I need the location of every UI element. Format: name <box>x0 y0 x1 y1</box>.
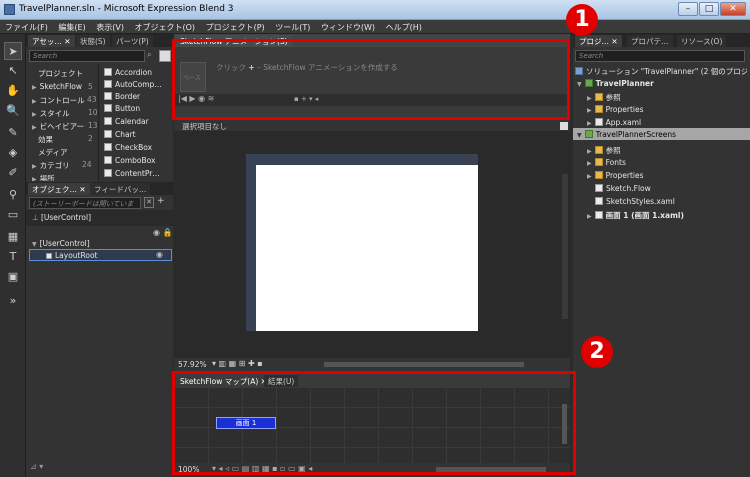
tab-objects[interactable]: オブジェク… ✕ <box>28 183 90 195</box>
tab-parts[interactable]: パーツ(P) <box>112 35 153 47</box>
artboard-zoom[interactable]: 57.92% <box>178 360 207 369</box>
eye-icon[interactable]: ◉ <box>156 250 163 259</box>
menu-tools[interactable]: ツール(T) <box>270 20 313 33</box>
menu-view[interactable]: 表示(V) <box>91 20 127 33</box>
category-item[interactable]: ▶ SketchFlow 5 <box>32 82 93 91</box>
tree-file[interactable]: ▶ App.xaml <box>587 118 641 127</box>
category-item[interactable]: プロジェクト <box>38 68 83 79</box>
pen-tool-icon[interactable]: ✎ <box>4 124 22 142</box>
direct-selection-tool-icon[interactable]: ↖ <box>4 62 22 80</box>
menu-help[interactable]: ヘルプ(H) <box>381 20 425 33</box>
minimize-button[interactable]: – <box>678 2 698 16</box>
assets-search-input[interactable]: Search <box>29 50 145 62</box>
selection-bar: 選択項目なし <box>174 119 570 131</box>
tree-layoutroot[interactable]: LayoutRoot ◉ <box>29 249 172 261</box>
control-item[interactable]: Border <box>104 92 140 101</box>
text-tool-icon[interactable]: T <box>4 248 22 266</box>
tab-project[interactable]: プロジ… ✕ <box>575 35 622 47</box>
callout-box-2 <box>172 371 576 475</box>
selection-label: 選択項目なし <box>182 122 227 131</box>
project-panel: プロジ… ✕ プロパテ… リソース(O) Search ソリューション "Tra… <box>573 34 750 477</box>
rectangle-tool-icon[interactable]: ▭ <box>4 206 22 224</box>
close-storyboard-icon[interactable]: ✕ <box>144 197 154 208</box>
artboard-panel: 選択項目なし 57.92% ▾ ▥ ▦ ⊞ ✚ ▪ <box>174 119 570 374</box>
horizontal-scrollbar[interactable] <box>324 362 524 367</box>
callout-badge-2: 2 <box>581 336 613 368</box>
tab-assets[interactable]: アセッ… ✕ <box>28 35 75 47</box>
menu-object[interactable]: オブジェクト(O) <box>130 20 199 33</box>
category-item[interactable]: ▶場所157 <box>32 173 55 181</box>
close-button[interactable]: ✕ <box>720 2 746 16</box>
tab-resources[interactable]: リソース(O) <box>677 35 727 47</box>
app-icon <box>4 4 15 15</box>
tree-usercontrol[interactable]: ▼ [UserControl] <box>32 239 90 248</box>
category-item[interactable]: ▶ ビヘイビアー 13 <box>32 121 98 132</box>
tools-panel: ➤ ↖ ✋ 🔍 ✎ ◈ ✐ ⚲ ▭ ▦ T ▣ » <box>0 34 26 477</box>
divider <box>98 64 99 182</box>
add-storyboard-icon[interactable]: + <box>157 196 165 206</box>
callout-box-1 <box>172 39 570 120</box>
maximize-button[interactable]: □ <box>699 2 719 16</box>
control-item[interactable]: Button <box>104 104 140 113</box>
brush-tool-icon[interactable]: ✐ <box>4 164 22 182</box>
category-item[interactable]: ▶ コントロール 43 <box>32 95 97 106</box>
assets-tool-icon[interactable]: » <box>4 292 22 310</box>
tree-file[interactable]: SketchStyles.xaml <box>595 197 675 206</box>
storyboard-selector[interactable]: (ストーリーボードは開いていま <box>29 197 141 209</box>
pan-tool-icon[interactable]: ✋ <box>4 82 22 100</box>
project-search-input[interactable]: Search <box>575 50 745 62</box>
control-item[interactable]: Calendar <box>104 117 149 126</box>
title-bar: TravelPlanner.sln - Microsoft Expression… <box>0 0 750 20</box>
tree-file[interactable]: ▶ Properties <box>587 171 644 180</box>
callout-badge-1: 1 <box>566 4 598 36</box>
design-surface[interactable] <box>256 165 478 331</box>
eyedropper-tool-icon[interactable]: ⚲ <box>4 186 22 204</box>
menu-bar: ファイル(F) 編集(E) 表示(V) オブジェクト(O) プロジェクト(P) … <box>0 20 750 34</box>
project-travelplanner[interactable]: ▼ TravelPlanner <box>577 79 654 88</box>
menu-file[interactable]: ファイル(F) <box>0 20 51 33</box>
menu-window[interactable]: ウィンドウ(W) <box>316 20 378 33</box>
zoom-tool-icon[interactable]: 🔍 <box>4 102 22 120</box>
window-title: TravelPlanner.sln - Microsoft Expression… <box>19 4 234 14</box>
control-item[interactable]: AutoComp… <box>104 80 162 89</box>
view-toggle-icon[interactable] <box>159 50 171 62</box>
tab-feedback[interactable]: フィードバッ… <box>90 183 151 195</box>
category-item[interactable]: ▶ スタイル 10 <box>32 108 98 119</box>
timeline-toggle-icon[interactable]: ⊿ ▾ <box>30 462 43 471</box>
control-item[interactable]: ContentPr… <box>104 169 160 178</box>
grid-tool-icon[interactable]: ▦ <box>4 228 22 246</box>
control-item[interactable]: Chart <box>104 130 136 139</box>
tree-file[interactable]: ▶ 画面 1 (画面 1.xaml) <box>587 210 684 221</box>
category-item[interactable]: ▶ カテゴリ 24 <box>32 160 92 171</box>
category-item[interactable]: 効果 2 <box>38 134 93 145</box>
tree-file[interactable]: ▶ 参照 <box>587 145 621 156</box>
artboard-footer: 57.92% ▾ ▥ ▦ ⊞ ✚ ▪ <box>174 358 570 372</box>
paint-bucket-tool-icon[interactable]: ◈ <box>4 144 22 162</box>
objects-panel: オブジェク… ✕ フィードバッ… (ストーリーボードは開いていま ✕ + ⊥ [… <box>26 182 173 477</box>
category-item[interactable]: メディア <box>38 147 67 158</box>
artboard-tools-icon[interactable]: ▾ ▥ ▦ ⊞ ✚ ▪ <box>212 359 263 368</box>
tab-properties[interactable]: プロパテ… <box>627 35 673 47</box>
tree-file[interactable]: ▶ Properties <box>587 105 644 114</box>
search-icon: ⌕ <box>147 50 152 59</box>
control-item[interactable]: ComboBox <box>104 156 155 165</box>
tree-file[interactable]: Sketch.Flow <box>595 184 651 193</box>
view-mode-icon[interactable] <box>560 122 568 130</box>
menu-project[interactable]: プロジェクト(P) <box>201 20 268 33</box>
vertical-scrollbar[interactable] <box>562 174 568 319</box>
tab-states[interactable]: 状態(S) <box>76 35 110 47</box>
control-item[interactable]: Accordion <box>104 68 152 77</box>
root-row[interactable]: ⊥ [UserControl] <box>26 210 173 226</box>
tree-file[interactable]: ▶ 参照 <box>587 92 621 103</box>
control-item[interactable]: CheckBox <box>104 143 152 152</box>
visibility-icon[interactable]: ◉ 🔒 <box>153 228 172 237</box>
project-travelplannerscreens-row[interactable]: ▼ TravelPlannerScreens <box>573 128 750 140</box>
menu-edit[interactable]: 編集(E) <box>53 20 88 33</box>
control-tool-icon[interactable]: ▣ <box>4 268 22 286</box>
solution-node[interactable]: ソリューション "TravelPlanner" (2 個のプロジェクト) <box>575 66 747 77</box>
tree-file[interactable]: ▶ Fonts <box>587 158 626 167</box>
selection-tool-icon[interactable]: ➤ <box>4 42 22 60</box>
assets-panel: アセッ… ✕ 状態(S) パーツ(P) Search ⌕ プロジェクト ▶ Ske… <box>26 34 173 182</box>
